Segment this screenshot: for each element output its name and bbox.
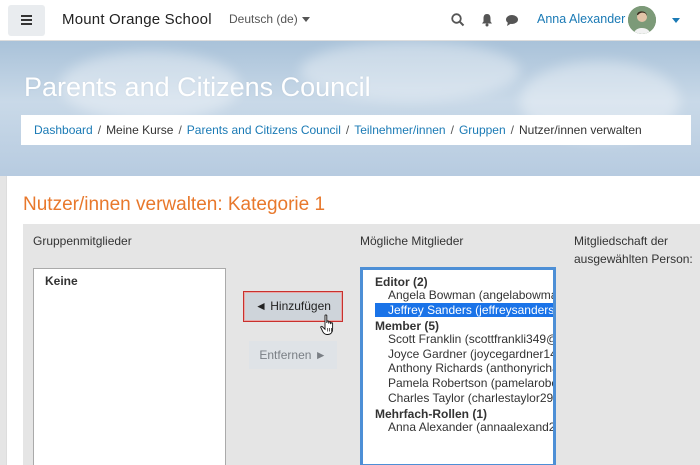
chevron-down-icon [301, 17, 310, 23]
option-group-label: Member (5) [375, 319, 440, 334]
remove-member-button[interactable]: Entfernen ► [249, 341, 337, 369]
breadcrumb-dashboard[interactable]: Dashboard [34, 123, 93, 137]
option-group-label: Mehrfach-Rollen (1) [375, 407, 488, 422]
list-item[interactable]: Anthony Richards (anthonyricha [363, 361, 553, 376]
chevron-down-icon[interactable] [672, 18, 680, 23]
list-item[interactable]: Joyce Gardner (joycegardner14 [363, 347, 553, 362]
breadcrumb: Dashboard / Meine Kurse / Parents and Citize… [21, 115, 691, 145]
list-item[interactable]: Scott Franklin (scottfrankli349@ [363, 332, 553, 347]
breadcrumb-participants[interactable]: Teilnehmer/innen [354, 123, 445, 137]
breadcrumb-separator: / [178, 123, 182, 137]
main-content: Nutzer/innen verwalten: Kategorie 1 Grup… [6, 176, 700, 465]
list-item[interactable]: Angela Bowman (angelabowma [363, 288, 553, 303]
search-icon[interactable] [450, 12, 466, 28]
page-heading: Nutzer/innen verwalten: Kategorie 1 [23, 194, 326, 215]
avatar[interactable] [628, 6, 656, 34]
membership-label-line: Mitgliedschaft der [574, 234, 669, 248]
option-group-label: Editor (2) [375, 275, 428, 289]
group-members-list[interactable]: Keine [33, 268, 226, 465]
list-item: Keine [45, 274, 78, 288]
breadcrumb-separator: / [450, 123, 454, 137]
breadcrumb-groups[interactable]: Gruppen [459, 123, 506, 137]
user-avatar-image [628, 6, 656, 34]
menu-toggle-button[interactable] [8, 5, 45, 36]
breadcrumb-separator: / [510, 123, 514, 137]
list-item[interactable]: Anna Alexander (annaalexand2 [363, 420, 553, 435]
membership-label-line: ausgewählten Person: [574, 252, 693, 266]
breadcrumb-separator: / [97, 123, 102, 137]
breadcrumb-separator: / [345, 123, 350, 137]
menu-icon-bar [21, 23, 32, 25]
course-header: Parents and Citizens Council Dashboard / M… [0, 41, 700, 176]
membership-label: Mitgliedschaft der ausgewählten Person: [574, 232, 693, 268]
list-item-selected[interactable]: Jeffrey Sanders (jeffreysanders [375, 302, 553, 318]
top-navbar: Mount Orange School Deutsch (de) Anna Al… [0, 0, 700, 41]
potential-members-label: Mögliche Mitglieder [360, 234, 464, 248]
language-selector[interactable]: Deutsch (de) [229, 12, 310, 26]
user-menu-name[interactable]: Anna Alexander [537, 12, 625, 26]
hand-pointer-icon [320, 314, 334, 335]
potential-members-list[interactable]: Editor (2) Angela Bowman (angelabowma Je… [360, 267, 556, 465]
breadcrumb-course[interactable]: Parents and Citizens Council [187, 123, 341, 137]
breadcrumb-my-courses: Meine Kurse [106, 123, 174, 137]
list-item[interactable]: Pamela Robertson (pamelarobe [363, 376, 553, 391]
language-label: Deutsch (de) [229, 12, 298, 26]
site-name-link[interactable]: Mount Orange School [62, 11, 212, 28]
list-item[interactable]: Charles Taylor (charlestaylor29 [363, 391, 553, 406]
group-members-label: Gruppenmitglieder [33, 234, 132, 248]
bell-icon[interactable] [479, 12, 495, 28]
page-title: Parents and Citizens Council [24, 72, 371, 102]
menu-icon-bar [21, 19, 32, 21]
member-management-panel: Gruppenmitglieder Mögliche Mitglieder Mi… [23, 224, 700, 465]
breadcrumb-current: Nutzer/innen verwalten [518, 123, 642, 137]
chat-icon[interactable] [504, 12, 520, 28]
menu-icon [21, 15, 32, 17]
